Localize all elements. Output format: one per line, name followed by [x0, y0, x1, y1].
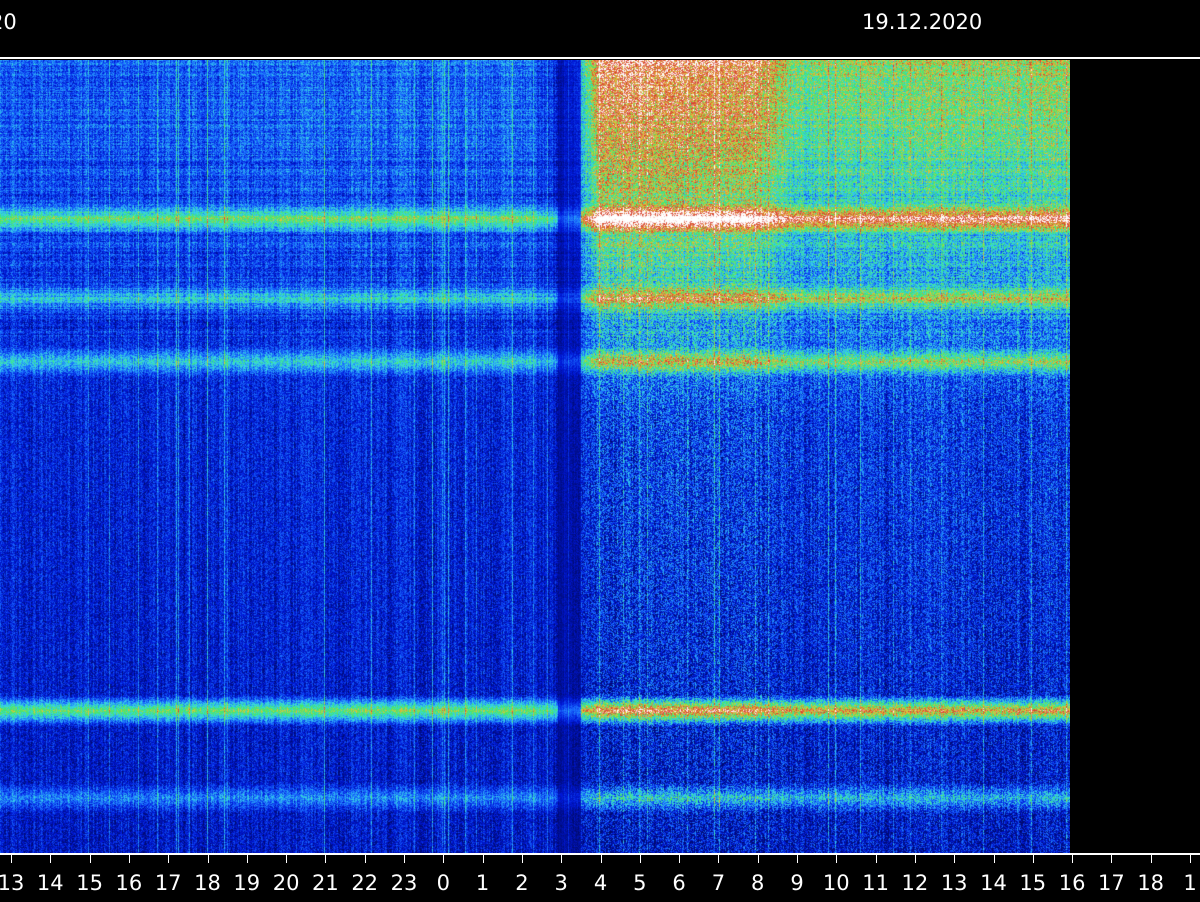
x-tick-mark	[286, 855, 288, 863]
x-tick-label: 16	[115, 871, 143, 895]
x-tick-label: 4	[593, 871, 608, 895]
x-tick-mark	[600, 855, 602, 863]
x-tick-mark	[325, 855, 327, 863]
x-tick-label: 16	[1058, 871, 1086, 895]
x-tick-label: 6	[672, 871, 686, 895]
x-tick-label: 7	[711, 871, 726, 895]
x-tick-mark	[246, 855, 248, 863]
x-tick-label: 22	[351, 871, 379, 895]
x-tick-label: 2	[515, 871, 529, 895]
x-tick-label: 14	[36, 871, 64, 895]
date-label-left: 20	[0, 10, 17, 34]
x-tick-mark	[128, 855, 130, 863]
x-tick-label: 20	[272, 871, 300, 895]
x-tick-label: 17	[1098, 871, 1125, 895]
x-tick-label: 11	[862, 871, 889, 895]
x-tick-label: 18	[194, 871, 221, 895]
x-tick-mark	[1190, 855, 1191, 863]
x-tick-mark	[11, 855, 12, 863]
x-tick-label: 13	[0, 871, 25, 895]
x-tick-mark	[1032, 855, 1034, 863]
x-tick-mark	[404, 855, 405, 863]
x-tick-label: 23	[390, 871, 418, 895]
x-tick-label: 10	[822, 871, 850, 895]
x-tick-label: 15	[76, 871, 103, 895]
x-tick-label: 17	[154, 871, 182, 895]
x-tick-mark	[1072, 855, 1074, 863]
x-tick-label: 19	[233, 871, 261, 895]
x-tick-mark	[875, 855, 877, 863]
date-label-right: 19.12.2020	[862, 10, 983, 34]
x-tick-label: 21	[312, 871, 339, 895]
x-tick-mark	[1150, 855, 1152, 863]
spectrogram-heatmap	[0, 60, 1070, 853]
x-tick-mark	[168, 855, 170, 863]
x-tick-mark	[521, 855, 523, 863]
x-tick-mark	[639, 855, 641, 863]
x-tick-label: 1	[475, 871, 490, 895]
x-tick-label: 5	[633, 871, 647, 895]
x-tick-label: 15	[1019, 871, 1047, 895]
x-tick-mark	[1111, 855, 1113, 863]
x-tick-mark	[207, 855, 209, 863]
x-tick-mark	[914, 855, 916, 863]
x-tick-mark	[89, 855, 91, 863]
x-tick-mark	[836, 855, 838, 863]
x-tick-label: 1	[1183, 871, 1197, 895]
x-tick-label: 14	[980, 871, 1007, 895]
x-tick-mark	[443, 855, 445, 863]
time-axis: 13 14 15 16 17 18 19 20 21 22 23 0 1 2 3 4 5 6 7 8 9 10 11 12 13…	[0, 853, 1200, 902]
x-tick-label: 3	[554, 871, 568, 895]
x-tick-mark	[561, 855, 563, 863]
top-border-line	[0, 57, 1200, 59]
x-tick-mark	[954, 855, 956, 863]
x-tick-label: 12	[901, 871, 929, 895]
x-tick-mark	[50, 855, 52, 863]
x-tick-label: 0	[436, 871, 450, 895]
x-tick-mark	[364, 855, 366, 863]
x-tick-mark	[993, 855, 995, 863]
x-tick-label: 8	[751, 871, 765, 895]
x-tick-label: 13	[940, 871, 968, 895]
x-tick-mark	[797, 855, 798, 863]
x-tick-mark	[482, 855, 484, 863]
x-tick-mark	[718, 855, 720, 863]
x-tick-label: 18	[1137, 871, 1165, 895]
x-tick-mark	[757, 855, 759, 863]
x-tick-label: 9	[790, 871, 804, 895]
spectrogram-view: 20 19.12.2020 13141516171819202122230123…	[0, 0, 1200, 902]
x-tick-mark	[679, 855, 681, 863]
